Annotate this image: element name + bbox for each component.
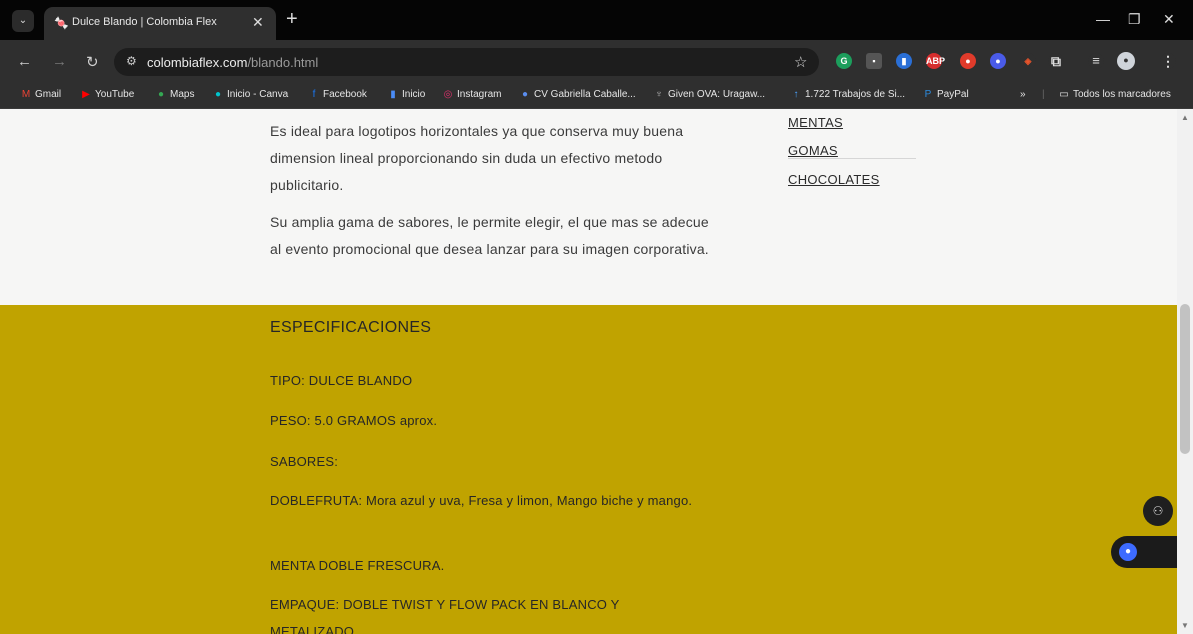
specifications-title: ESPECIFICACIONES <box>270 319 432 336</box>
facebook-icon: f <box>312 89 316 100</box>
extension-icon[interactable]: ● <box>960 53 976 69</box>
extensions-puzzle-icon[interactable]: ⧉ <box>1048 53 1064 69</box>
bookmark-inicio[interactable]: ▮ Inicio <box>387 89 425 100</box>
extension-icon[interactable]: ▪ <box>866 53 882 69</box>
instagram-icon: ◎ <box>443 89 453 100</box>
scrollbar-thumb[interactable] <box>1180 304 1190 454</box>
back-button[interactable]: ← <box>17 53 32 70</box>
tab-bar: ⌄ 🍬 Dulce Blando | Colombia Flex ✕ + — ❐… <box>0 0 1193 40</box>
bookmarks-bar: M Gmail ▶ YouTube ● Maps ● Inicio - Canva fF… <box>0 84 1193 109</box>
url-path: /blando.html <box>247 55 319 70</box>
folder-icon: ▭ <box>1059 89 1069 100</box>
extension-icon[interactable]: ▮ <box>896 53 912 69</box>
tab-title: Dulce Blando | Colombia Flex <box>72 16 217 28</box>
all-bookmarks-folder[interactable]: ▭ Todos los marcadores <box>1058 89 1171 100</box>
url-host: colombiaflex.com <box>147 55 248 70</box>
more-bookmarks-icon[interactable]: » <box>1020 89 1026 100</box>
minimize-button[interactable]: — <box>1096 11 1110 27</box>
site-settings-icon[interactable]: ⚙ <box>126 54 137 68</box>
floating-chat-widget[interactable]: ● <box>1111 536 1177 568</box>
adblock-extension-icon[interactable]: ABP <box>926 53 945 69</box>
spec-empaque: EMPAQUE: DOBLE TWIST Y FLOW PACK EN BLAN… <box>270 597 620 634</box>
scroll-up-arrow-icon[interactable]: ▲ <box>1181 113 1189 122</box>
spec-menta: MENTA DOBLE FRESCURA. <box>270 558 445 573</box>
bookmark-canva[interactable]: ● Inicio - Canva <box>212 89 288 100</box>
sidebar-link-chocolates[interactable]: CHOCOLATES <box>788 172 880 187</box>
page-scrollbar[interactable]: ▲ ▼ <box>1177 109 1193 634</box>
description-paragraph-1: Es ideal para logotipos horizontales ya … <box>270 123 684 193</box>
bookmark-facebook[interactable]: f Facebook <box>308 89 367 100</box>
new-tab-button[interactable]: + <box>286 8 298 31</box>
sidebar-divider <box>788 158 916 159</box>
reading-list-icon[interactable]: ≡ <box>1088 53 1104 69</box>
canva-icon: ● <box>214 89 222 100</box>
specifications-section: ESPECIFICACIONES TIPO: DULCE BLANDO PESO… <box>0 305 1177 634</box>
bookmark-instagram[interactable]: ◎ Instagram <box>442 89 502 100</box>
bookmark-maps[interactable]: ● Maps <box>155 89 194 100</box>
scroll-down-arrow-icon[interactable]: ▼ <box>1181 621 1189 630</box>
address-bar[interactable]: ⚙ colombiaflex.com/blando.html <box>114 48 819 76</box>
close-tab-icon[interactable]: ✕ <box>252 14 264 31</box>
bookmark-star-icon[interactable]: ☆ <box>794 53 807 71</box>
gmail-icon: M <box>21 89 31 100</box>
youtube-icon: ▶ <box>82 89 90 100</box>
document-icon: ▮ <box>390 89 396 100</box>
bookmark-youtube[interactable]: ▶ YouTube <box>80 89 134 100</box>
active-tab[interactable]: 🍬 Dulce Blando | Colombia Flex ✕ <box>44 7 276 40</box>
bot-icon: ● <box>1119 543 1137 561</box>
floating-assistant-icon[interactable]: ⚇ <box>1143 496 1173 526</box>
description-paragraph-2: Su amplia gama de sabores, le permite el… <box>270 214 709 257</box>
bookmark-paypal[interactable]: P PayPal <box>922 89 969 100</box>
description-section: Es ideal para logotipos horizontales ya … <box>0 109 1177 305</box>
profile-avatar[interactable]: ● <box>1117 52 1135 70</box>
forward-button[interactable]: → <box>52 53 67 70</box>
maps-icon: ● <box>157 89 165 100</box>
reload-button[interactable]: ↻ <box>86 53 99 71</box>
page-content: Es ideal para logotipos horizontales ya … <box>0 109 1177 634</box>
close-window-button[interactable]: ✕ <box>1163 11 1175 28</box>
spec-doblefruta: DOBLEFRUTA: Mora azul y uva, Fresa y lim… <box>270 493 693 508</box>
bookmark-given-ova[interactable]: ♆ Given OVA: Uragaw... <box>653 89 765 100</box>
browser-toolbar: ← → ↻ ⚙ colombiaflex.com/blando.html ☆ G… <box>0 40 1193 84</box>
site-favicon-icon: 🍬 <box>54 16 69 30</box>
tab-search-button[interactable]: ⌄ <box>12 10 34 32</box>
sidebar-link-mentas[interactable]: MENTAS <box>788 115 843 130</box>
grammarly-extension-icon[interactable]: G <box>836 53 852 69</box>
spec-peso: PESO: 5.0 GRAMOS aprox. <box>270 413 438 428</box>
cv-icon: ● <box>521 89 529 100</box>
given-icon: ♆ <box>655 89 663 100</box>
bookmark-trabajos[interactable]: ↑ 1.722 Trabajos de Si... <box>790 89 906 100</box>
menu-kebab-icon[interactable]: ⋮ <box>1160 53 1176 69</box>
spec-sabores: SABORES: <box>270 454 339 469</box>
trabajos-icon: ↑ <box>793 89 799 100</box>
extension-icon[interactable]: ● <box>990 53 1006 69</box>
bookmark-cv[interactable]: ● CV Gabriella Caballe... <box>519 89 636 100</box>
paypal-icon: P <box>924 89 932 100</box>
bookmarks-divider: | <box>1042 89 1045 100</box>
restore-button[interactable]: ❐ <box>1128 11 1141 28</box>
bookmark-gmail[interactable]: M Gmail <box>20 89 61 100</box>
spec-tipo: TIPO: DULCE BLANDO <box>270 373 413 388</box>
sidebar-link-gomas[interactable]: GOMAS <box>788 143 838 158</box>
extension-icon[interactable]: ◈ <box>1020 53 1036 69</box>
